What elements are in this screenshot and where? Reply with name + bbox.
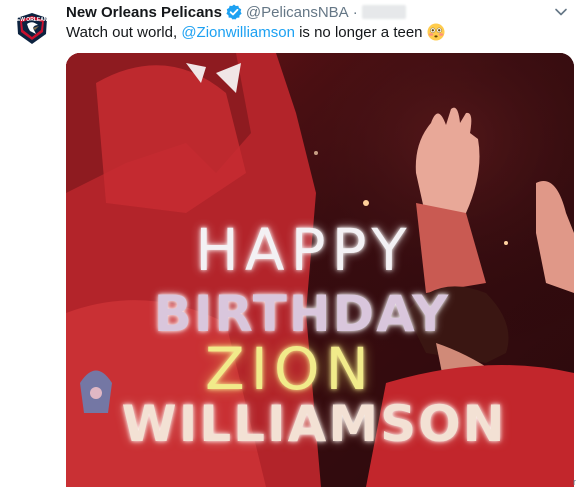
separator-dot: · (352, 3, 358, 21)
tweet-text-after: is no longer a teen (294, 23, 423, 41)
redacted-timestamp (361, 5, 406, 19)
avatar[interactable]: NEW ORLEANS (8, 4, 56, 52)
corner-mark: r (573, 477, 576, 487)
pelicans-logo: NEW ORLEANS (8, 4, 56, 52)
mention-link[interactable]: @Zionwilliamson (181, 24, 295, 41)
gif-background (66, 53, 574, 487)
tweet-text: Watch out world, @Zionwilliamson is no l… (66, 23, 445, 41)
handle[interactable]: @PelicansNBA (246, 4, 349, 21)
verified-badge-icon (226, 4, 242, 20)
tweet-header: New Orleans Pelicans @PelicansNBA · (66, 2, 406, 22)
tweet-text-before: Watch out world, (66, 23, 182, 41)
flushed-face-emoji-icon (427, 23, 445, 41)
display-name[interactable]: New Orleans Pelicans (66, 4, 222, 21)
avatar-logo-text: NEW ORLEANS (13, 17, 51, 23)
chevron-down-icon[interactable] (554, 5, 568, 19)
tweet-media-gif[interactable]: HAPPY BIRTHDAY ZION WILLIAMSON (66, 53, 574, 487)
